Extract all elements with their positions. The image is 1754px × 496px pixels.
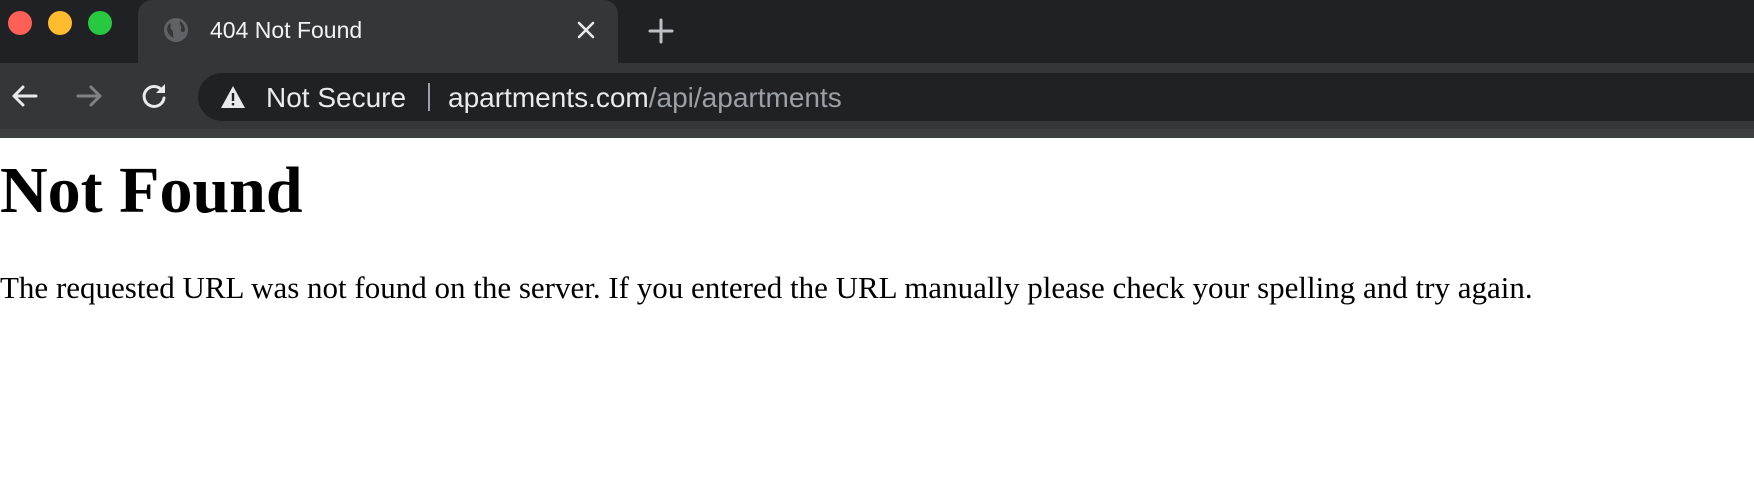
warning-icon[interactable] <box>220 85 246 109</box>
address-bar[interactable]: Not Secure apartments.com/api/apartments <box>198 73 1754 121</box>
tab-strip: 404 Not Found <box>0 0 1754 63</box>
window-maximize-button[interactable] <box>88 11 112 35</box>
browser-tab[interactable]: 404 Not Found <box>138 0 618 63</box>
window-minimize-button[interactable] <box>48 11 72 35</box>
browser-toolbar: Not Secure apartments.com/api/apartments <box>0 63 1754 129</box>
window-close-button[interactable] <box>8 11 32 35</box>
security-status-label[interactable]: Not Secure <box>266 82 406 114</box>
url-host: apartments.com <box>448 82 649 113</box>
error-message: The requested URL was not found on the s… <box>0 270 1533 305</box>
reload-icon[interactable] <box>137 79 171 113</box>
arrow-left-icon[interactable] <box>8 79 42 113</box>
globe-icon <box>162 16 190 44</box>
close-icon[interactable] <box>572 16 600 44</box>
page-title: Not Found <box>0 154 303 227</box>
url-path: /api/apartments <box>648 82 842 113</box>
url-text[interactable]: apartments.com/api/apartments <box>448 82 842 114</box>
browser-chrome: 404 Not Found Not Secure apartments.com/… <box>0 0 1754 138</box>
plus-icon[interactable] <box>646 16 676 46</box>
omnibox-divider <box>428 83 430 111</box>
page-content: Not Found The requested URL was not foun… <box>0 138 1754 496</box>
tab-title: 404 Not Found <box>210 17 363 43</box>
arrow-right-icon[interactable] <box>72 79 106 113</box>
toolbar-divider <box>0 129 1754 138</box>
